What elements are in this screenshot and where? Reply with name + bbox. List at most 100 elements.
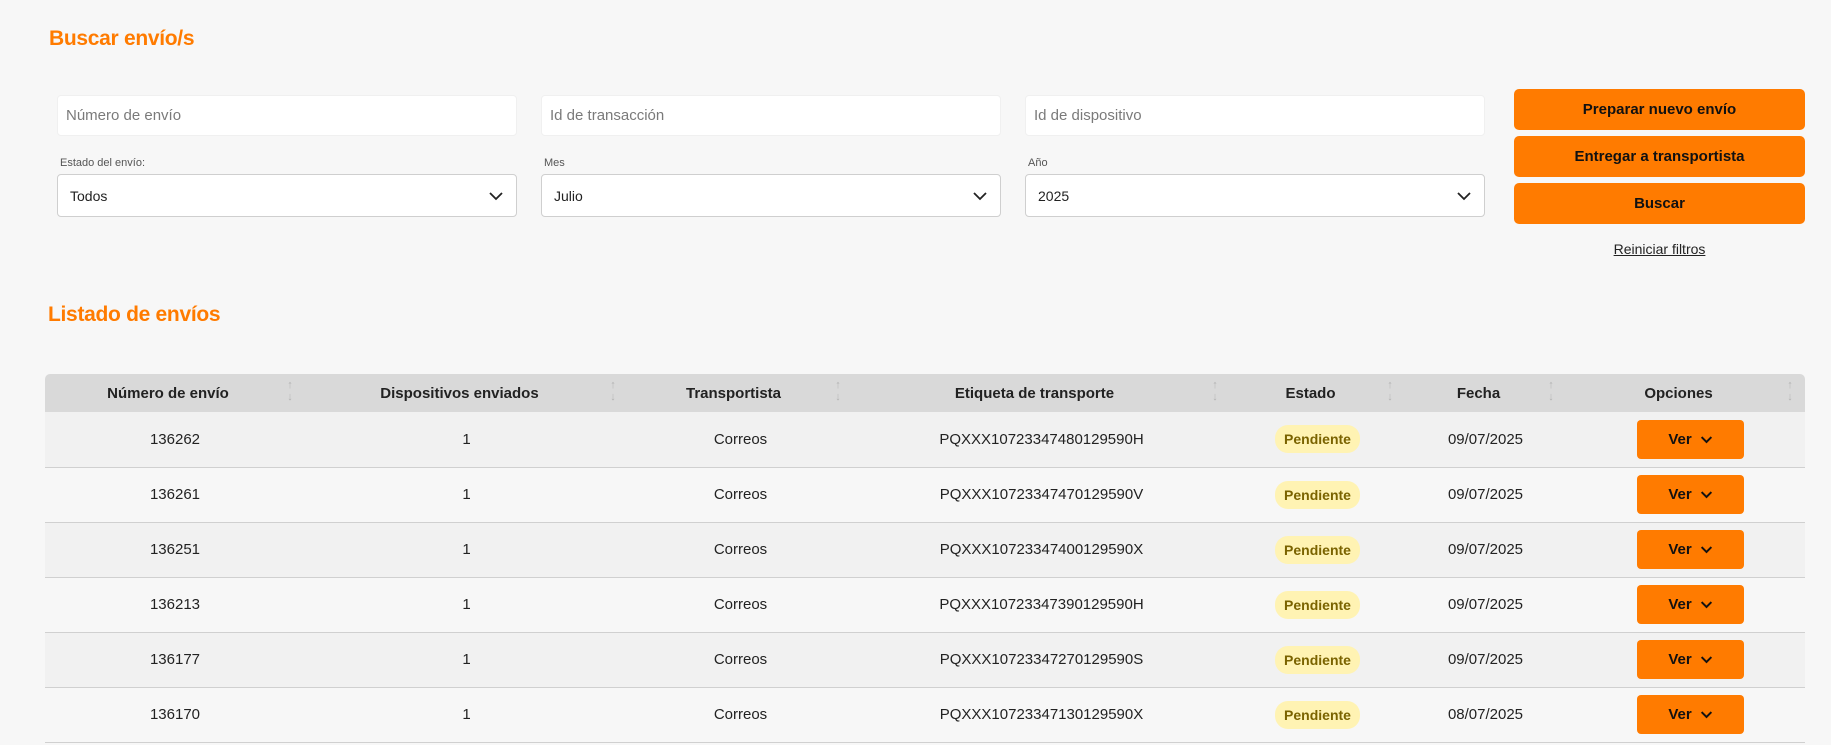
column-header-date[interactable]: Fecha ↑ ↓ (1405, 374, 1566, 412)
view-options-button[interactable]: Ver (1637, 585, 1744, 624)
table-header-row: Número de envío ↑ ↓ Dispositivos enviados ↑… (45, 374, 1805, 412)
cell-transport-label: PQXXX10723347470129590V (939, 486, 1144, 503)
cell-date: 09/07/2025 (1447, 596, 1524, 613)
chevron-down-icon (1700, 546, 1712, 554)
view-button-label: Ver (1668, 541, 1692, 558)
column-header-carrier[interactable]: Transportista ↑ ↓ (628, 374, 853, 412)
sort-arrows-icon[interactable]: ↑ ↓ (608, 379, 618, 407)
chevron-down-icon (973, 191, 987, 200)
cell-date: 08/07/2025 (1447, 706, 1524, 723)
cell-status: Pendiente (1230, 467, 1405, 522)
column-header-devices-sent[interactable]: Dispositivos enviados ↑ ↓ (305, 374, 628, 412)
cell-shipment-number: 136251 (149, 541, 201, 558)
device-id-input[interactable] (1025, 95, 1485, 136)
view-options-button[interactable]: Ver (1637, 475, 1744, 514)
view-button-label: Ver (1668, 486, 1692, 503)
year-select-label: Año (1028, 157, 1048, 169)
cell-options: Ver (1566, 467, 1805, 522)
table-row: 136261 1 Correos PQXXX10723347470129590V… (45, 467, 1805, 522)
year-select-value: 2025 (1038, 187, 1070, 204)
table-row: 136177 1 Correos PQXXX10723347270129590S… (45, 632, 1805, 687)
column-header-label: Opciones (1644, 384, 1713, 402)
cell-options: Ver (1566, 412, 1805, 467)
cell-date: 09/07/2025 (1447, 541, 1524, 558)
status-badge: Pendiente (1275, 700, 1360, 729)
sort-arrows-icon[interactable]: ↑ ↓ (1785, 379, 1795, 407)
list-title: Listado de envíos (48, 303, 221, 326)
column-header-transport-label[interactable]: Etiqueta de transporte ↑ ↓ (853, 374, 1230, 412)
table-row: 136170 1 Correos PQXXX10723347130129590X… (45, 687, 1805, 742)
month-select-value: Julio (554, 187, 583, 204)
status-badge: Pendiente (1275, 535, 1360, 564)
view-button-label: Ver (1668, 430, 1692, 448)
column-header-options[interactable]: Opciones ↑ ↓ (1566, 374, 1805, 412)
cell-carrier: Correos (713, 706, 768, 723)
cell-status: Pendiente (1230, 522, 1405, 577)
sort-arrows-icon[interactable]: ↑ ↓ (285, 379, 295, 407)
column-header-label: Etiqueta de transporte (954, 384, 1115, 402)
status-select[interactable]: Todos (57, 174, 517, 217)
cell-options: Ver (1566, 632, 1805, 687)
cell-carrier: Correos (713, 651, 768, 668)
chevron-down-icon (1457, 191, 1471, 200)
column-header-label: Dispositivos enviados (380, 384, 539, 402)
view-options-button[interactable]: Ver (1637, 419, 1744, 459)
status-select-label: Estado del envío: (60, 157, 146, 169)
sort-arrows-icon[interactable]: ↑ ↓ (1210, 379, 1220, 407)
cell-devices-sent: 1 (462, 596, 471, 613)
sort-arrows-icon[interactable]: ↑ ↓ (1385, 379, 1395, 407)
table-row: 136251 1 Correos PQXXX10723347400129590X… (45, 522, 1805, 577)
view-options-button[interactable]: Ver (1637, 695, 1744, 734)
cell-date: 09/07/2025 (1447, 651, 1524, 668)
year-select[interactable]: 2025 (1025, 174, 1485, 217)
cell-devices-sent: 1 (462, 651, 471, 668)
cell-transport-label: PQXXX10723347390129590H (939, 596, 1144, 613)
month-select[interactable]: Julio (541, 174, 1001, 217)
sort-arrows-icon[interactable]: ↑ ↓ (1546, 379, 1556, 407)
chevron-down-icon (1700, 601, 1712, 609)
cell-shipment-number: 136170 (149, 706, 201, 723)
search-button[interactable]: Buscar (1514, 183, 1805, 224)
status-badge: Pendiente (1275, 480, 1360, 509)
status-badge: Pendiente (1275, 645, 1360, 674)
status-select-value: Todos (70, 187, 108, 204)
status-badge: Pendiente (1275, 590, 1360, 619)
column-header-label: Fecha (1456, 384, 1501, 402)
column-header-shipment-number[interactable]: Número de envío ↑ ↓ (45, 374, 305, 412)
column-header-status[interactable]: Estado ↑ ↓ (1230, 374, 1405, 412)
cell-date: 09/07/2025 (1447, 430, 1524, 448)
cell-shipment-number: 136177 (149, 651, 201, 668)
cell-shipment-number: 136262 (149, 430, 201, 448)
chevron-down-icon (1700, 436, 1712, 444)
sort-arrows-icon[interactable]: ↑ ↓ (833, 379, 843, 407)
cell-status: Pendiente (1230, 412, 1405, 467)
table-row: 136213 1 Correos PQXXX10723347390129590H… (45, 577, 1805, 632)
cell-date: 09/07/2025 (1447, 486, 1524, 503)
cell-shipment-number: 136261 (149, 486, 201, 503)
cell-transport-label: PQXXX10723347130129590X (939, 706, 1144, 723)
reset-filters-link[interactable]: Reiniciar filtros (1514, 241, 1805, 257)
cell-options: Ver (1566, 577, 1805, 632)
prepare-shipment-button[interactable]: Preparar nuevo envío (1514, 89, 1805, 130)
view-button-label: Ver (1668, 651, 1692, 668)
cell-transport-label: PQXXX10723347400129590X (939, 541, 1144, 558)
cell-options: Ver (1566, 522, 1805, 577)
deliver-to-carrier-button[interactable]: Entregar a transportista (1514, 136, 1805, 177)
cell-shipment-number: 136213 (149, 596, 201, 613)
view-options-button[interactable]: Ver (1637, 530, 1744, 569)
view-button-label: Ver (1668, 596, 1692, 613)
cell-status: Pendiente (1230, 577, 1405, 632)
cell-devices-sent: 1 (462, 430, 471, 448)
cell-status: Pendiente (1230, 687, 1405, 742)
view-button-label: Ver (1668, 706, 1692, 723)
cell-transport-label: PQXXX10723347480129590H (939, 430, 1144, 448)
cell-devices-sent: 1 (462, 706, 471, 723)
view-options-button[interactable]: Ver (1637, 640, 1744, 679)
month-select-label: Mes (544, 157, 565, 169)
cell-status: Pendiente (1230, 632, 1405, 687)
column-header-label: Número de envío (107, 384, 229, 402)
shipment-number-input[interactable] (57, 95, 517, 136)
cell-transport-label: PQXXX10723347270129590S (939, 651, 1144, 668)
transaction-id-input[interactable] (541, 95, 1001, 136)
chevron-down-icon (1700, 656, 1712, 664)
